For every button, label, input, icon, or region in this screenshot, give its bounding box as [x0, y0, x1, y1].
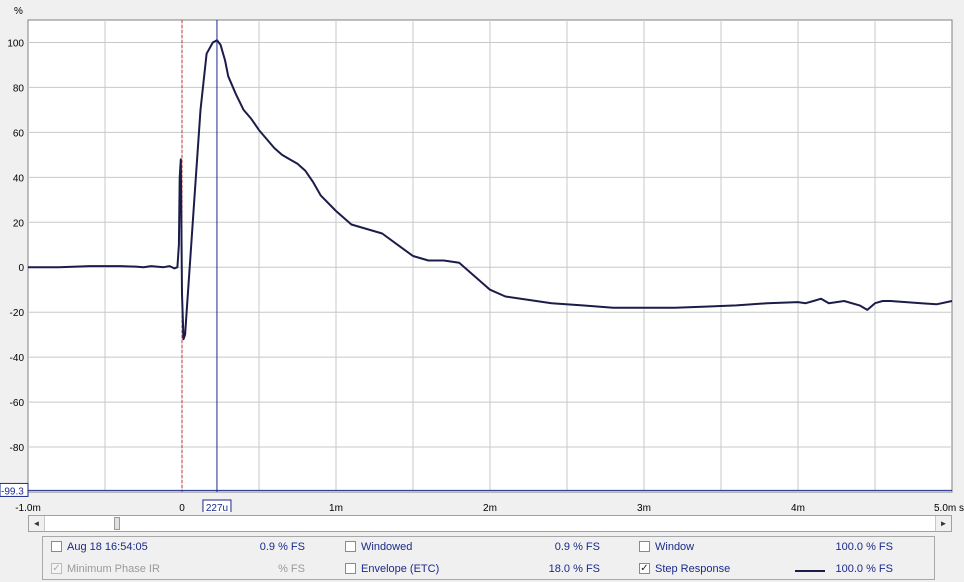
legend-label-measurement: Aug 18 16:54:05 — [67, 541, 148, 553]
legend-panel: Aug 18 16:54:05 0.9 % FS Windowed 0.9 % … — [42, 536, 935, 580]
y-axis-labels: 100 80 60 40 20 0 -20 -40 -60 -80 — [7, 38, 24, 454]
scroll-thumb[interactable] — [114, 517, 120, 530]
y-tick-label: -40 — [10, 353, 25, 364]
legend-label-step-response: Step Response — [655, 563, 731, 575]
y-axis-unit: % — [14, 6, 23, 17]
legend-value-step-response: 100.0 % FS — [835, 563, 893, 575]
legend-value-minimum-phase-ir: % FS — [278, 563, 305, 575]
y-tick-label: -60 — [10, 398, 25, 409]
svg-text:-99.3: -99.3 — [1, 486, 24, 497]
checkbox-window[interactable] — [639, 541, 650, 552]
x-tick-label: 5.0m s — [934, 503, 964, 512]
y-tick-label: 100 — [7, 38, 24, 49]
checkbox-step-response[interactable] — [639, 563, 650, 574]
y-tick-label: 60 — [13, 128, 25, 139]
legend-value-envelope-etc: 18.0 % FS — [548, 563, 600, 575]
y-tick-label: -20 — [10, 308, 25, 319]
y-tick-label: -80 — [10, 443, 25, 454]
checkbox-minimum-phase-ir[interactable] — [51, 563, 62, 574]
x-tick-label: -1.0m — [15, 503, 41, 512]
scroll-left-arrow-icon[interactable]: ◄ — [29, 516, 45, 531]
legend-value-measurement: 0.9 % FS — [259, 541, 305, 553]
legend-row: Minimum Phase IR % FS Envelope (ETC) 18.… — [43, 559, 934, 581]
legend-label-envelope-etc: Envelope (ETC) — [361, 563, 440, 575]
y-tick-label: 80 — [13, 83, 25, 94]
reference-y-badge: -99.3 — [0, 482, 29, 497]
x-tick-label: 2m — [483, 503, 497, 512]
legend-value-windowed: 0.9 % FS — [554, 541, 600, 553]
cursor-x-badge[interactable]: 227u — [202, 499, 232, 512]
scroll-right-arrow-icon[interactable]: ► — [935, 516, 951, 531]
y-tick-label: 40 — [13, 173, 25, 184]
x-tick-label: 3m — [637, 503, 651, 512]
x-tick-label: 4m — [791, 503, 805, 512]
legend-row: Aug 18 16:54:05 0.9 % FS Windowed 0.9 % … — [43, 537, 934, 559]
checkbox-envelope-etc[interactable] — [345, 563, 356, 574]
legend-value-window: 100.0 % FS — [835, 541, 893, 553]
legend-label-minimum-phase-ir: Minimum Phase IR — [67, 563, 160, 575]
legend-label-windowed: Windowed — [361, 541, 413, 553]
y-tick-label: 0 — [18, 263, 24, 274]
checkbox-windowed[interactable] — [345, 541, 356, 552]
svg-text:227u: 227u — [206, 503, 228, 512]
x-axis-labels: -1.0m 0 1m 2m 3m 4m 5.0m s — [15, 503, 964, 512]
y-tick-label: 20 — [13, 218, 25, 229]
x-tick-label: 1m — [329, 503, 343, 512]
plot-area[interactable]: 100 80 60 40 20 0 -20 -40 -60 -80 -1.0m 0 1m 2m 3m 4m 5… — [0, 0, 964, 512]
x-tick-label: 0 — [179, 503, 185, 512]
legend-label-window: Window — [655, 541, 695, 553]
checkbox-measurement[interactable] — [51, 541, 62, 552]
horizontal-scrollbar[interactable]: ◄ ► — [28, 515, 952, 532]
